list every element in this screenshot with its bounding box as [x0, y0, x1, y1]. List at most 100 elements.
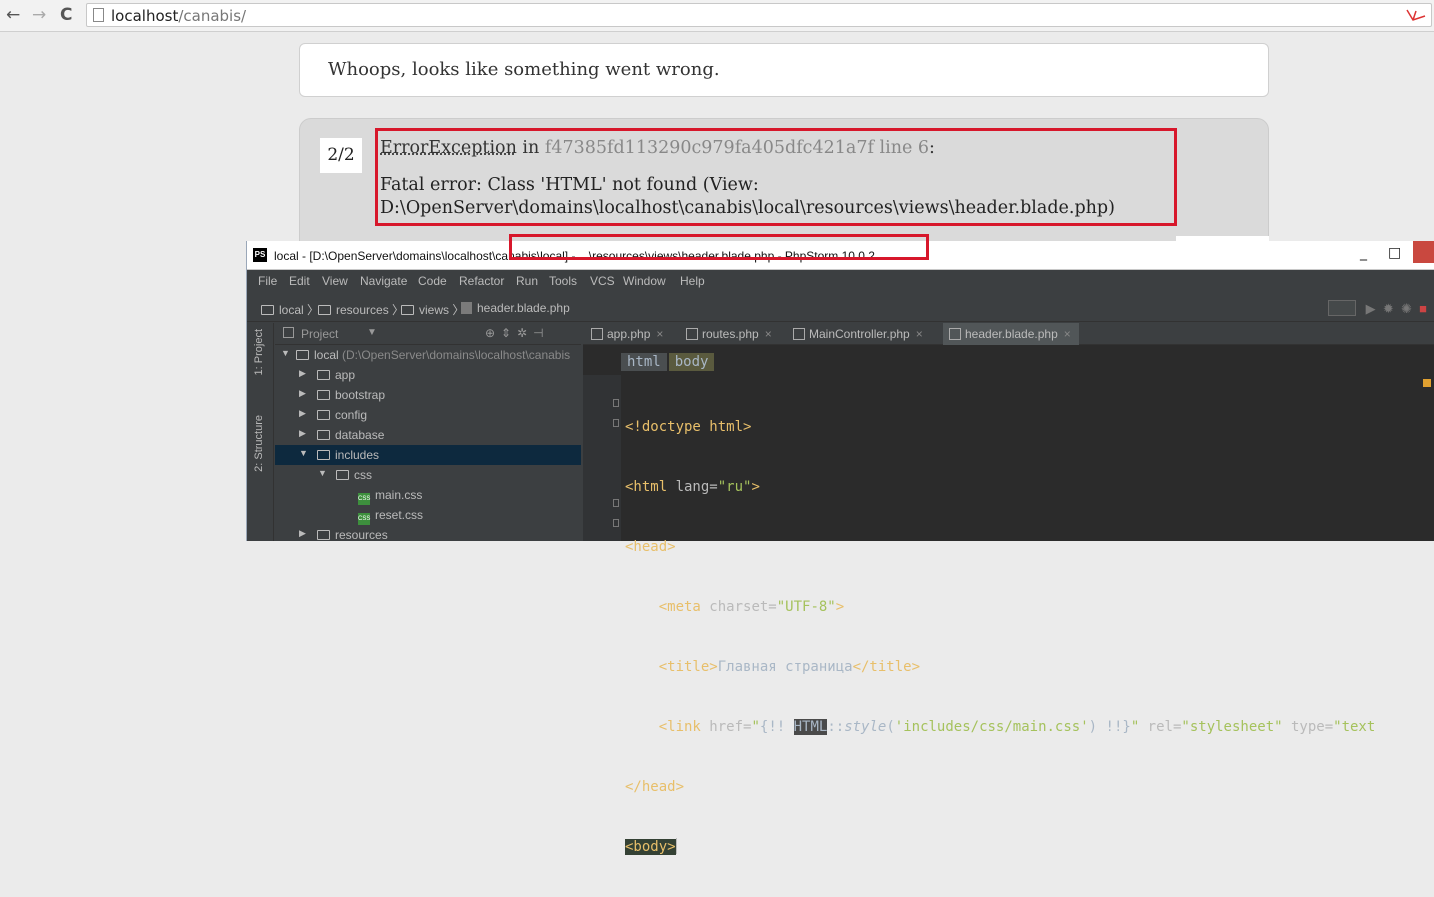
tree-label: css	[354, 468, 372, 482]
expand-arrow-icon[interactable]: ▶	[299, 388, 306, 399]
forward-arrow-icon[interactable]: →	[32, 5, 46, 25]
tree-node-app[interactable]: ▶ app	[275, 365, 581, 385]
menu-navigate[interactable]: Navigate	[360, 274, 407, 288]
debug-icon[interactable]: ✹	[1383, 301, 1394, 316]
close-tab-icon[interactable]: ×	[656, 327, 663, 341]
menu-tools[interactable]: Tools	[549, 274, 577, 288]
expand-arrow-icon[interactable]: ▶	[299, 368, 306, 379]
expand-arrow-icon[interactable]: ▼	[281, 348, 290, 358]
fold-marker-icon[interactable]	[613, 499, 619, 507]
tree-node-resources[interactable]: ▶ resources	[275, 525, 581, 545]
tab-app-php[interactable]: app.php ×	[591, 323, 663, 345]
tab-header-blade-php[interactable]: header.blade.php ×	[943, 323, 1079, 345]
run-icon[interactable]: ▶	[1366, 301, 1376, 316]
crumb-label: local	[279, 303, 304, 317]
menu-refactor[interactable]: Refactor	[459, 274, 504, 288]
url-path: /canabis/	[178, 7, 247, 25]
tree-node-bootstrap[interactable]: ▶ bootstrap	[275, 385, 581, 405]
tree-node-reset-css[interactable]: CSS reset.css	[275, 505, 581, 525]
tree-node-database[interactable]: ▶ database	[275, 425, 581, 445]
code-highlight-box	[509, 234, 929, 260]
code-text: "text	[1333, 719, 1376, 735]
menu-vcs[interactable]: VCS	[590, 274, 615, 288]
fold-marker-icon[interactable]	[613, 419, 619, 427]
tree-node-includes[interactable]: ▼ includes	[275, 445, 581, 465]
menu-code[interactable]: Code	[418, 274, 447, 288]
expand-arrow-icon[interactable]: ▶	[299, 408, 306, 419]
error-highlight-box	[375, 128, 1177, 226]
close-tab-icon[interactable]: ×	[1064, 327, 1071, 341]
maximize-icon[interactable]: □	[1388, 245, 1401, 261]
tab-routes-php[interactable]: routes.php ×	[686, 323, 772, 345]
code-line: <title>Главная страница</title>	[625, 657, 1375, 677]
warning-marker-icon[interactable]	[1423, 379, 1431, 387]
code-text: href=	[709, 719, 752, 735]
tag-crumb-html[interactable]: html	[621, 353, 667, 371]
code-line: <meta charset="UTF-8">	[625, 597, 1375, 617]
code-line: <html lang="ru">	[625, 477, 1375, 497]
tag-crumb-body[interactable]: body	[668, 353, 715, 371]
collapse-arrow-icon[interactable]: ▼	[299, 448, 308, 458]
crumb-resources[interactable]: resources 〉	[318, 301, 404, 318]
code-text: "ru"	[717, 479, 752, 495]
url-text[interactable]: localhost/canabis/	[111, 7, 246, 25]
code-text: "stylesheet"	[1181, 719, 1283, 735]
tree-label: database	[335, 428, 385, 442]
chevron-down-icon[interactable]: ▼	[367, 327, 377, 338]
css-file-icon: CSS	[358, 493, 370, 505]
menu-window[interactable]: Window	[623, 274, 666, 288]
tree-label: config	[335, 408, 368, 422]
coverage-icon[interactable]: ✺	[1401, 301, 1412, 316]
minimize-icon[interactable]: _	[1360, 245, 1367, 261]
code-text: "UTF-8"	[776, 599, 836, 615]
tab-structure-tool[interactable]: 2: Structure	[253, 415, 265, 472]
code-line: <!doctype html>	[625, 417, 1375, 437]
tree-label: app	[335, 368, 356, 382]
address-bar[interactable]: localhost/canabis/	[86, 3, 1432, 27]
back-arrow-icon[interactable]: ←	[6, 5, 20, 25]
menu-help[interactable]: Help	[680, 274, 705, 288]
tree-node-config[interactable]: ▶ config	[275, 405, 581, 425]
crumb-file[interactable]: header.blade.php	[461, 301, 570, 315]
crumb-views[interactable]: views 〉	[401, 301, 464, 318]
crumb-label: header.blade.php	[477, 301, 570, 315]
collapse-arrow-icon[interactable]: ▼	[318, 468, 327, 478]
exception-counter: 2/2	[320, 138, 362, 173]
run-config-dropdown[interactable]	[1327, 300, 1356, 316]
navigation-bar: local 〉 resources 〉 views 〉 header.blade…	[247, 294, 1434, 322]
close-window-icon[interactable]	[1413, 241, 1434, 263]
tree-node-css[interactable]: ▼ css	[275, 465, 581, 485]
fold-marker-icon[interactable]	[613, 519, 619, 527]
code-text: <html	[625, 479, 676, 495]
menu-run[interactable]: Run	[516, 274, 538, 288]
code-line: <link href="{!! HTML::style('includes/cs…	[625, 717, 1375, 737]
run-toolbar: ▶ ✹ ✺ ■	[1327, 300, 1427, 317]
tree-label: resources	[335, 528, 388, 542]
tab-project-tool[interactable]: 1: Project	[253, 329, 265, 375]
code-line: </head>	[625, 777, 1375, 797]
project-view-selector[interactable]: Project	[301, 327, 338, 341]
close-tab-icon[interactable]: ×	[916, 327, 923, 341]
tab-maincontroller-php[interactable]: MainController.php ×	[793, 323, 923, 345]
phpstorm-window: PS local - [D:\OpenServer\domains\localh…	[246, 241, 1434, 855]
code-text: "	[751, 719, 760, 735]
crumb-local[interactable]: local 〉	[261, 301, 319, 318]
tree-node-local[interactable]: ▼ local (D:\OpenServer\domains\localhost\…	[275, 345, 581, 365]
fold-marker-icon[interactable]	[613, 399, 619, 407]
url-host: localhost	[111, 7, 179, 25]
tree-node-main-css[interactable]: CSS main.css	[275, 485, 581, 505]
menu-file[interactable]: File	[258, 274, 277, 288]
laravel-extension-icon[interactable]	[1405, 7, 1427, 23]
expand-arrow-icon[interactable]: ▶	[299, 428, 306, 439]
code-line: <head>	[625, 537, 1375, 557]
blade-file-icon	[949, 328, 961, 340]
code-area[interactable]: <!doctype html> <html lang="ru"> <head> …	[625, 377, 1375, 897]
reload-icon[interactable]: C	[60, 5, 72, 25]
expand-arrow-icon[interactable]: ▶	[299, 528, 306, 539]
tree-label: reset.css	[375, 508, 424, 522]
project-panel-tools[interactable]: ⊕⇕✲⊣	[485, 326, 550, 340]
menu-view[interactable]: View	[322, 274, 348, 288]
close-tab-icon[interactable]: ×	[765, 327, 772, 341]
stop-icon[interactable]: ■	[1419, 301, 1427, 316]
menu-edit[interactable]: Edit	[289, 274, 310, 288]
